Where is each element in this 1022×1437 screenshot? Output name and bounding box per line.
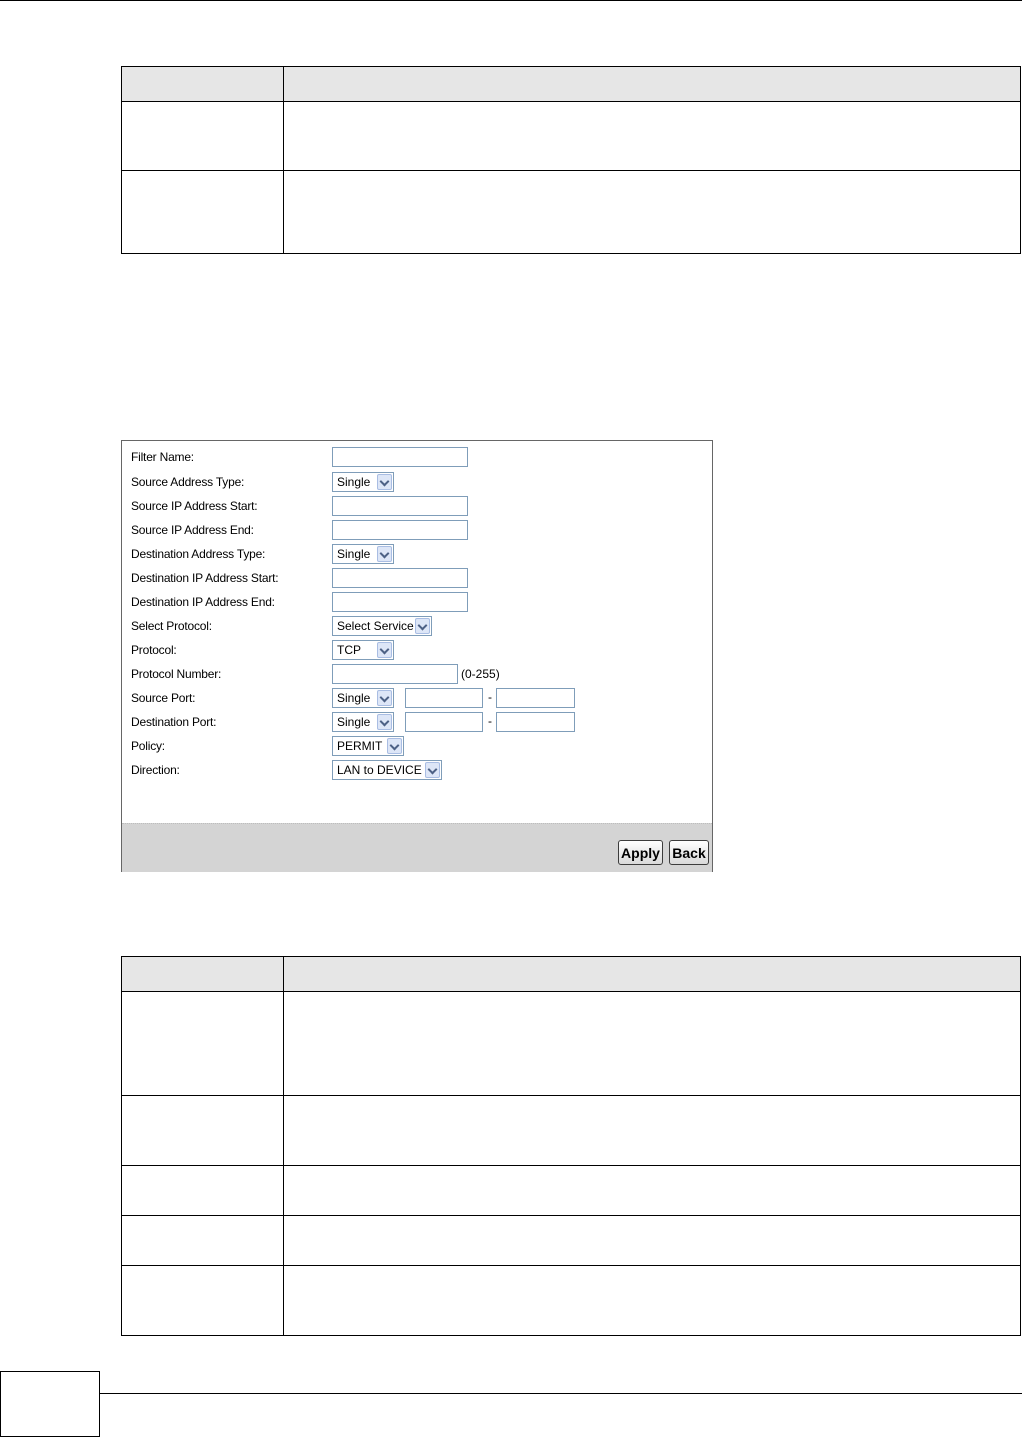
apply-button[interactable]: Apply bbox=[618, 840, 663, 865]
chevron-down-icon[interactable] bbox=[377, 642, 392, 658]
chevron-down-icon[interactable] bbox=[377, 714, 392, 730]
source-ip-start-row: Source IP Address Start: bbox=[131, 496, 706, 516]
source-address-type-row: Source Address Type: Single bbox=[131, 472, 706, 492]
table-row bbox=[121, 1215, 1021, 1266]
direction-label: Direction: bbox=[131, 763, 180, 777]
destination-address-type-label: Destination Address Type: bbox=[131, 547, 266, 561]
destination-address-type-value: Single bbox=[337, 547, 371, 561]
destination-port-type-value: Single bbox=[337, 715, 371, 729]
destination-ip-end-input[interactable] bbox=[332, 592, 468, 612]
direction-select[interactable]: LAN to DEVICE bbox=[332, 760, 442, 780]
source-address-type-value: Single bbox=[337, 475, 371, 489]
source-ip-end-row: Source IP Address End: bbox=[131, 520, 706, 540]
destination-port-type-select[interactable]: Single bbox=[332, 712, 394, 732]
table-row bbox=[121, 1095, 1021, 1166]
select-protocol-label: Select Protocol: bbox=[131, 619, 212, 633]
table-header-row bbox=[121, 956, 1021, 992]
select-protocol-value: Select Service bbox=[337, 619, 414, 633]
table-row bbox=[121, 1265, 1021, 1336]
destination-address-type-row: Destination Address Type: Single bbox=[131, 544, 706, 564]
policy-row: Policy: PERMIT bbox=[131, 736, 706, 756]
protocol-row: Protocol: TCP bbox=[131, 640, 706, 660]
filter-name-input[interactable] bbox=[332, 447, 468, 467]
policy-label: Policy: bbox=[131, 739, 165, 753]
protocol-number-range-hint: (0-255) bbox=[461, 667, 500, 681]
destination-ip-end-row: Destination IP Address End: bbox=[131, 592, 706, 612]
direction-row: Direction: LAN to DEVICE bbox=[131, 760, 706, 780]
footer-rule bbox=[100, 1393, 1022, 1394]
button-bar: Apply Back bbox=[122, 823, 712, 872]
policy-select[interactable]: PERMIT bbox=[332, 736, 404, 756]
chevron-down-icon[interactable] bbox=[377, 690, 392, 706]
source-ip-start-label: Source IP Address Start: bbox=[131, 499, 258, 513]
table-row bbox=[121, 1165, 1021, 1216]
source-address-type-select[interactable]: Single bbox=[332, 472, 394, 492]
destination-port-label: Destination Port: bbox=[131, 715, 217, 729]
policy-value: PERMIT bbox=[337, 739, 383, 753]
filter-name-row: Filter Name: bbox=[131, 447, 706, 467]
chevron-down-icon[interactable] bbox=[377, 546, 392, 562]
source-port-row: Source Port: Single - bbox=[131, 688, 706, 708]
table-row bbox=[121, 991, 1021, 1096]
protocol-label: Protocol: bbox=[131, 643, 177, 657]
chevron-down-icon[interactable] bbox=[377, 474, 392, 490]
destination-ip-end-label: Destination IP Address End: bbox=[131, 595, 275, 609]
filter-name-label: Filter Name: bbox=[131, 450, 194, 464]
protocol-number-input[interactable] bbox=[332, 664, 458, 684]
source-ip-start-input[interactable] bbox=[332, 496, 468, 516]
direction-value: LAN to DEVICE bbox=[337, 763, 422, 777]
destination-ip-start-label: Destination IP Address Start: bbox=[131, 571, 279, 585]
header-rule bbox=[0, 0, 1022, 1]
protocol-number-row: Protocol Number: (0-255) bbox=[131, 664, 706, 684]
destination-port-end-input[interactable] bbox=[496, 712, 575, 732]
source-ip-end-label: Source IP Address End: bbox=[131, 523, 254, 537]
back-button[interactable]: Back bbox=[669, 840, 709, 865]
table-row bbox=[121, 170, 1021, 254]
select-protocol-row: Select Protocol: Select Service bbox=[131, 616, 706, 636]
destination-address-type-select[interactable]: Single bbox=[332, 544, 394, 564]
chevron-down-icon[interactable] bbox=[415, 618, 430, 634]
source-port-end-input[interactable] bbox=[496, 688, 575, 708]
chevron-down-icon[interactable] bbox=[387, 738, 402, 754]
source-port-type-value: Single bbox=[337, 691, 371, 705]
chevron-down-icon[interactable] bbox=[425, 762, 440, 778]
table-row bbox=[121, 101, 1021, 171]
source-port-label: Source Port: bbox=[131, 691, 196, 705]
protocol-number-label: Protocol Number: bbox=[131, 667, 222, 681]
destination-port-start-input[interactable] bbox=[405, 712, 483, 732]
protocol-value: TCP bbox=[337, 643, 361, 657]
page-number-box bbox=[0, 1371, 100, 1437]
protocol-select[interactable]: TCP bbox=[332, 640, 394, 660]
source-port-type-select[interactable]: Single bbox=[332, 688, 394, 708]
select-protocol-select[interactable]: Select Service bbox=[332, 616, 432, 636]
table-header-row bbox=[121, 66, 1021, 102]
source-ip-end-input[interactable] bbox=[332, 520, 468, 540]
label-description-table-top bbox=[121, 66, 1021, 254]
destination-port-row: Destination Port: Single - bbox=[131, 712, 706, 732]
filter-edit-panel: Filter Name: Source Address Type: Single… bbox=[121, 440, 713, 872]
source-address-type-label: Source Address Type: bbox=[131, 475, 245, 489]
destination-ip-start-input[interactable] bbox=[332, 568, 468, 588]
source-port-start-input[interactable] bbox=[405, 688, 483, 708]
label-description-table-bottom bbox=[121, 956, 1021, 1336]
destination-port-separator: - bbox=[488, 714, 492, 728]
source-port-separator: - bbox=[488, 690, 492, 704]
destination-ip-start-row: Destination IP Address Start: bbox=[131, 568, 706, 588]
